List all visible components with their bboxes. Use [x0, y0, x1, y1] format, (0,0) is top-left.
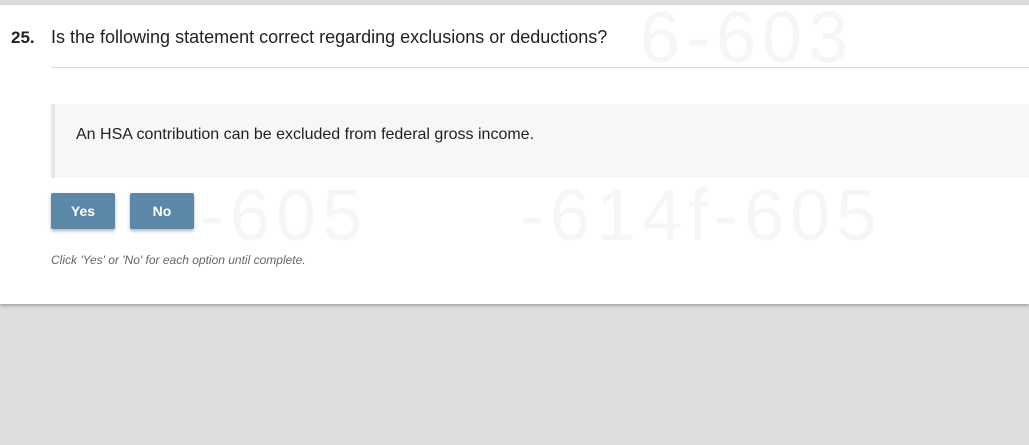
question-text: Is the following statement correct regar…	[51, 27, 608, 47]
question-divider	[51, 67, 1029, 68]
yes-button[interactable]: Yes	[51, 193, 115, 229]
instruction-hint: Click 'Yes' or 'No' for each option unti…	[51, 253, 306, 267]
question-number: 25.	[11, 28, 35, 47]
statement-text: An HSA contribution can be excluded from…	[76, 126, 535, 143]
statement-box: An HSA contribution can be excluded from…	[51, 104, 1029, 178]
no-button[interactable]: No	[130, 193, 194, 229]
question-card: 6-603 -605 -614f-605 25. Is the followin…	[0, 5, 1029, 304]
